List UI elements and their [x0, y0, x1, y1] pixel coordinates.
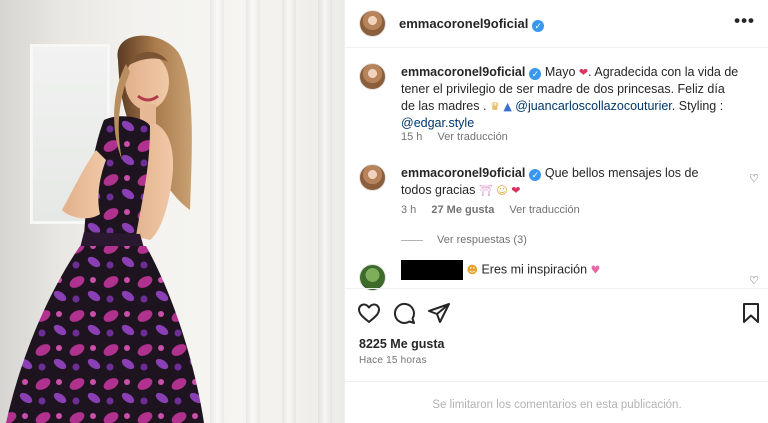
post-header: emmacoronel9oficial ✓ •••: [345, 0, 768, 48]
like-comment-heart-icon[interactable]: ♡: [749, 274, 759, 287]
mention-link[interactable]: @edgar.style: [401, 116, 474, 130]
author-avatar[interactable]: [359, 10, 386, 37]
caption-text-part: Mayo: [544, 65, 576, 79]
author-username-text[interactable]: emmacoronel9oficial: [399, 16, 528, 31]
like-comment-heart-icon[interactable]: ♡: [749, 172, 759, 185]
commenter-avatar[interactable]: [359, 164, 386, 191]
dress-emoji-icon: ▲: [503, 100, 512, 113]
more-options-icon[interactable]: •••: [734, 12, 755, 29]
post-details-panel: emmacoronel9oficial ✓ ••• emmacoronel9ofi…: [344, 0, 768, 423]
post-actions: [345, 288, 768, 336]
caption-meta: 15 h Ver traducción: [401, 131, 520, 143]
caption-username[interactable]: emmacoronel9oficial: [401, 65, 525, 79]
post-time[interactable]: Hace 15 horas: [359, 355, 427, 366]
caption-time[interactable]: 15 h: [401, 131, 422, 143]
post-photo[interactable]: [0, 0, 344, 423]
heart-emoji-icon: ❤: [578, 66, 589, 79]
caption-text-part: . Styling :: [671, 99, 724, 113]
commenter-username[interactable]: emmacoronel9oficial: [401, 166, 525, 180]
comment-meta: 3 h 27 Me gusta Ver traducción: [401, 204, 592, 216]
hands-emoji-icon: ⛩: [478, 184, 493, 197]
comment-bubble-icon[interactable]: [392, 301, 416, 325]
save-bookmark-icon[interactable]: [739, 301, 763, 325]
comment-likes[interactable]: 27 Me gusta: [431, 204, 494, 216]
share-paper-plane-icon[interactable]: [427, 301, 451, 325]
replies-divider: [401, 239, 423, 241]
mention-link[interactable]: @juancarloscollazocouturier: [515, 99, 672, 113]
author-username[interactable]: emmacoronel9oficial ✓: [399, 16, 545, 32]
smile-emoji-icon: ☺: [496, 184, 508, 197]
comment-body: Eres mi inspiración: [481, 262, 588, 277]
pink-heart-emoji-icon: ♥: [590, 263, 601, 277]
woman-in-dress-illustration: [6, 35, 204, 423]
like-heart-icon[interactable]: [357, 301, 381, 325]
caption-text: emmacoronel9oficial ✓ Mayo ❤. Agradecida …: [401, 64, 741, 132]
verified-badge-icon: ✓: [532, 20, 545, 32]
comments-limited-message: Se limitaron los comentarios en esta pub…: [432, 399, 682, 411]
verified-badge-icon: ✓: [529, 169, 542, 181]
verified-badge-icon: ✓: [529, 68, 542, 80]
caption-avatar[interactable]: [359, 63, 386, 90]
likes-count[interactable]: 8225 Me gusta: [359, 337, 444, 351]
comments-limited-footer: Se limitaron los comentarios en esta pub…: [345, 381, 768, 423]
heart-eyes-emoji-icon: ☻: [466, 263, 478, 277]
view-replies-button[interactable]: Ver respuestas (3): [401, 234, 527, 246]
view-replies-label[interactable]: Ver respuestas (3): [437, 234, 527, 246]
redacted-username: [401, 260, 463, 280]
translate-button[interactable]: Ver traducción: [437, 131, 507, 143]
crown-emoji-icon: ♛: [489, 100, 500, 113]
translate-button[interactable]: Ver traducción: [509, 204, 579, 216]
commenter-avatar[interactable]: [359, 264, 386, 291]
comment-time[interactable]: 3 h: [401, 204, 416, 216]
heart-emoji-icon: ❤: [511, 184, 521, 197]
comment-text: emmacoronel9oficial ✓ Que bellos mensajes…: [401, 165, 731, 199]
comment-text: ☻ Eres mi inspiración ♥: [401, 260, 741, 280]
